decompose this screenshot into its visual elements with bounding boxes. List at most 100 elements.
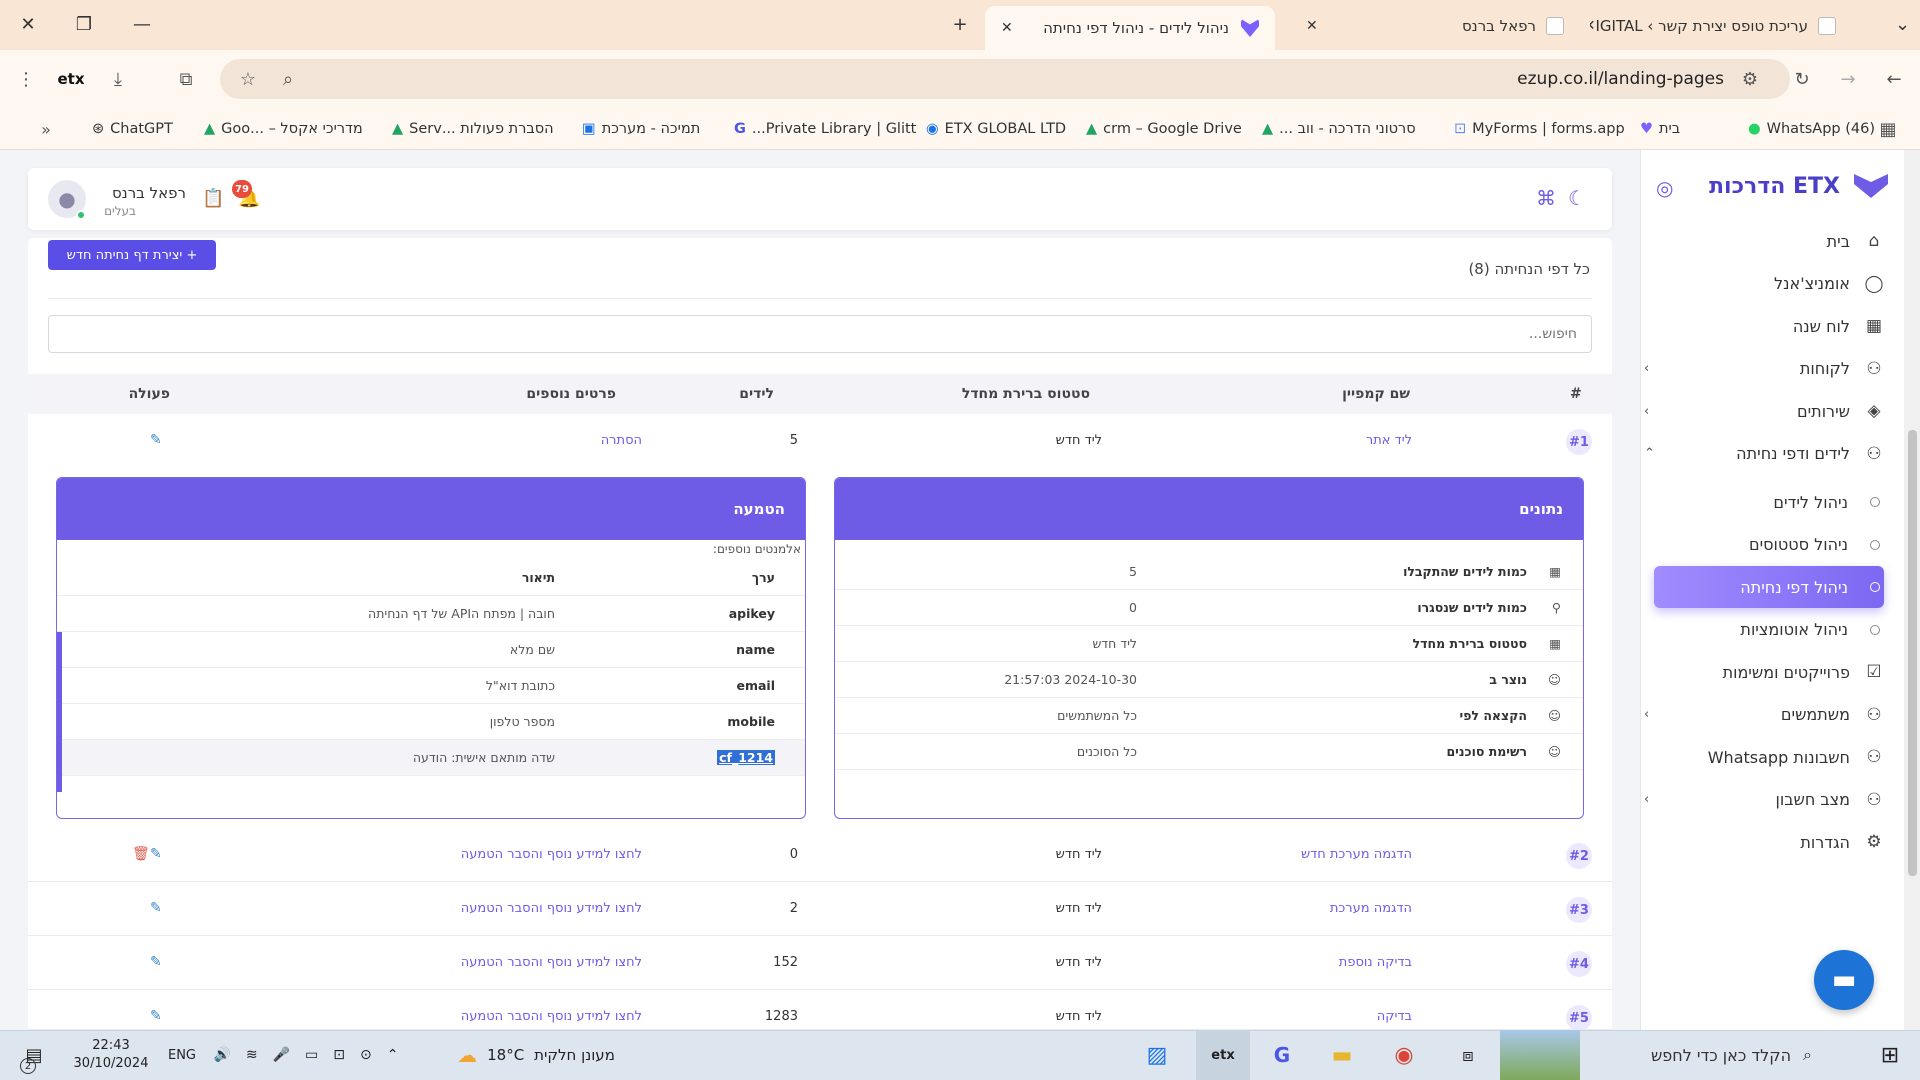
taskbar-app-explorer[interactable]: ▬	[1322, 1030, 1362, 1080]
url-text[interactable]: ezup.co.il/landing-pages	[1300, 69, 1724, 89]
back-icon[interactable]: ←	[1880, 64, 1908, 94]
campaign-name-link[interactable]: בדיקה	[1377, 1009, 1412, 1024]
campaign-name-link[interactable]: בדיקה נוספת	[1339, 955, 1412, 970]
field-key[interactable]: email	[736, 678, 775, 693]
edit-icon[interactable]: ✎	[150, 846, 162, 862]
sidebar-subitem-4[interactable]: ניהול אוטומציות	[1654, 609, 1884, 651]
sidebar-item-6[interactable]: ⚇ לידים ודפי נחיתה ⌃	[1644, 433, 1884, 475]
sidebar-item-4[interactable]: ⚇ לקוחות ›	[1644, 348, 1884, 390]
tab-contact-form[interactable]: עריכת טופס יצירת קשר › IGITAL ✕	[1590, 8, 1850, 44]
new-tab-button[interactable]: +	[940, 8, 980, 40]
start-button[interactable]: ⊞	[1866, 1030, 1914, 1080]
details-link[interactable]: לחצו למידע נוסף והסבר הטמעה	[461, 1009, 642, 1024]
delete-icon[interactable]: 🗑	[132, 846, 150, 862]
battery-icon[interactable]: ▭	[305, 1047, 318, 1063]
taskbar-app-paint[interactable]: ▨	[1138, 1030, 1176, 1080]
language-indicator[interactable]: ENG	[162, 1030, 202, 1080]
page-scrollbar[interactable]	[1904, 150, 1920, 1030]
site-settings-icon[interactable]: ⚙	[1736, 64, 1764, 94]
close-tab-icon[interactable]: ✕	[1306, 18, 1318, 34]
details-link[interactable]: לחצו למידע נוסף והסבר הטמעה	[461, 955, 642, 970]
brand[interactable]: ETX הדרכות	[1690, 168, 1890, 204]
details-link[interactable]: הסתרה	[601, 433, 642, 448]
field-key[interactable]: name	[736, 642, 775, 657]
wifi-icon[interactable]: ≋	[246, 1047, 258, 1063]
dark-mode-icon[interactable]: ☾	[1568, 186, 1586, 210]
sidebar-item-7[interactable]: ☑ פרוייקטים ומשימות	[1644, 651, 1884, 693]
bookmark-support[interactable]: תמיכה - מערכת ▣	[582, 116, 700, 142]
tab-search-icon[interactable]: ⌄	[1895, 14, 1910, 35]
bookmark-myforms[interactable]: MyForms | forms.app ⊡	[1454, 116, 1625, 142]
chat-widget-button[interactable]: ▬	[1814, 950, 1874, 1010]
etx-extension-icon[interactable]: etx	[56, 66, 86, 92]
bookmark-home[interactable]: בית ♥	[1640, 116, 1680, 142]
taskbar-app-etx[interactable]: etx	[1196, 1030, 1250, 1080]
details-link[interactable]: לחצו למידע נוסף והסבר הטמעה	[461, 847, 642, 862]
scrollbar-thumb[interactable]	[1908, 430, 1917, 876]
table-row[interactable]: #5 בדיקה ליד חדש 1283 לחצו למידע נוסף והסבר …	[28, 991, 1612, 1031]
more-bookmarks-icon[interactable]: »	[36, 116, 56, 142]
task-view-button[interactable]: ⧈	[1448, 1030, 1488, 1080]
table-row[interactable]: #2 הדגמה מערכת חדש ליד חדש 0 לחצו למידע נוסף…	[28, 829, 1612, 882]
sidebar-subitem-2[interactable]: ניהול סטטוסים	[1654, 524, 1884, 566]
bookmark-serv[interactable]: הסברת פעולות ...Serv ▲	[392, 116, 554, 142]
chevron-up-icon[interactable]: ⌃	[387, 1047, 399, 1063]
taskbar-app-glitter[interactable]: G	[1262, 1030, 1302, 1080]
sidebar-item-9[interactable]: ⚇ חשבונות Whatsapp	[1644, 736, 1884, 778]
edit-icon[interactable]: ✎	[150, 432, 162, 448]
sidebar-item-11[interactable]: ⚙ הגדרות	[1644, 821, 1884, 863]
tab-landing-pages[interactable]: ניהול לידים - ניהול דפי נחיתה ✕	[985, 6, 1275, 50]
edit-icon[interactable]: ✎	[150, 900, 162, 916]
command-icon[interactable]: ⌘	[1536, 186, 1556, 210]
sidebar-item-5[interactable]: ◈ שירותים ›	[1644, 390, 1884, 432]
menu-icon[interactable]: ⋮	[14, 64, 38, 94]
restore-window-button[interactable]: ❐	[64, 8, 104, 40]
sidebar-item-1[interactable]: ⌂ בית	[1644, 220, 1884, 262]
create-landing-page-button[interactable]: + יצירת דף נחיתה חדש	[48, 240, 216, 270]
bookmark-library[interactable]: Private Library | Glitt... G	[734, 116, 916, 142]
close-window-button[interactable]: ✕	[8, 8, 48, 40]
zoom-icon[interactable]: ⌕	[276, 64, 300, 94]
download-icon[interactable]: ⤓	[104, 64, 132, 94]
search-input[interactable]	[48, 315, 1592, 353]
tab-raphael[interactable]: רפאל ברנס ✕	[1290, 8, 1580, 44]
bookmark-videos[interactable]: סרטוני הדרכה - ווב ... ▲	[1262, 116, 1416, 142]
table-row[interactable]: #3 הדגמה מערכת ליד חדש 2 לחצו למידע נוסף והס…	[28, 883, 1612, 936]
close-tab-icon[interactable]: ✕	[1590, 18, 1595, 34]
sidebar-item-3[interactable]: ▦ לוח שנה	[1644, 305, 1884, 347]
taskbar-app-chrome[interactable]: ◉	[1384, 1030, 1424, 1080]
clock[interactable]: 22:43 30/10/2024	[66, 1030, 156, 1080]
toggle-sidebar-icon[interactable]: ◎	[1656, 176, 1673, 200]
sidebar-item-2[interactable]: ◯ אומניצ'אנל	[1644, 263, 1884, 305]
camera-icon[interactable]: ⊙	[360, 1047, 372, 1063]
clipboard-icon[interactable]: 📋	[202, 188, 224, 209]
field-key[interactable]: apikey	[729, 606, 775, 621]
reload-icon[interactable]: ↻	[1788, 64, 1816, 94]
campaign-name-link[interactable]: הדגמה מערכת חדש	[1301, 847, 1412, 862]
bookmark-crm[interactable]: crm – Google Drive ▲	[1086, 116, 1242, 142]
taskbar-search[interactable]: ⌕ הקלד כאן כדי לחפש	[1580, 1030, 1822, 1080]
meet-now-icon[interactable]: ⊡	[333, 1047, 345, 1063]
field-key[interactable]: mobile	[727, 714, 775, 729]
bookmark-chatgpt[interactable]: ChatGPT ⊛	[92, 116, 173, 142]
sidebar-subitem-3[interactable]: ניהול דפי נחיתה	[1654, 566, 1884, 608]
table-row[interactable]: #1 ליד אתר ליד חדש 5 הסתרה ✎	[28, 415, 1612, 468]
close-tab-icon[interactable]: ✕	[1001, 20, 1013, 36]
sidebar-item-8[interactable]: ⚇ משתמשים ›	[1644, 694, 1884, 736]
microphone-icon[interactable]: 🎤	[273, 1047, 290, 1063]
sidebar-item-10[interactable]: ⚇ מצב חשבון ›	[1644, 779, 1884, 821]
speaker-icon[interactable]: 🔊	[213, 1047, 230, 1063]
details-link[interactable]: לחצו למידע נוסף והסבר הטמעה	[461, 901, 642, 916]
weather-widget[interactable]: מעונן חלקית 18°C ☁	[436, 1030, 636, 1080]
apps-grid-icon[interactable]: ▦	[1876, 116, 1900, 142]
edit-icon[interactable]: ✎	[150, 1008, 162, 1024]
sidebar-subitem-1[interactable]: ניהול לידים	[1654, 481, 1884, 523]
bookmark-excel[interactable]: מדריכי אקסל – ...Goo ▲	[204, 116, 363, 142]
minimize-window-button[interactable]: —	[122, 8, 162, 40]
notification-center-button[interactable]: ▤ 2	[16, 1030, 52, 1080]
campaign-name-link[interactable]: ליד אתר	[1366, 433, 1412, 448]
campaign-name-link[interactable]: הדגמה מערכת	[1330, 901, 1412, 916]
forward-icon[interactable]: →	[1834, 64, 1862, 94]
star-icon[interactable]: ☆	[236, 64, 260, 94]
field-key[interactable]: cf_1214	[717, 750, 775, 765]
